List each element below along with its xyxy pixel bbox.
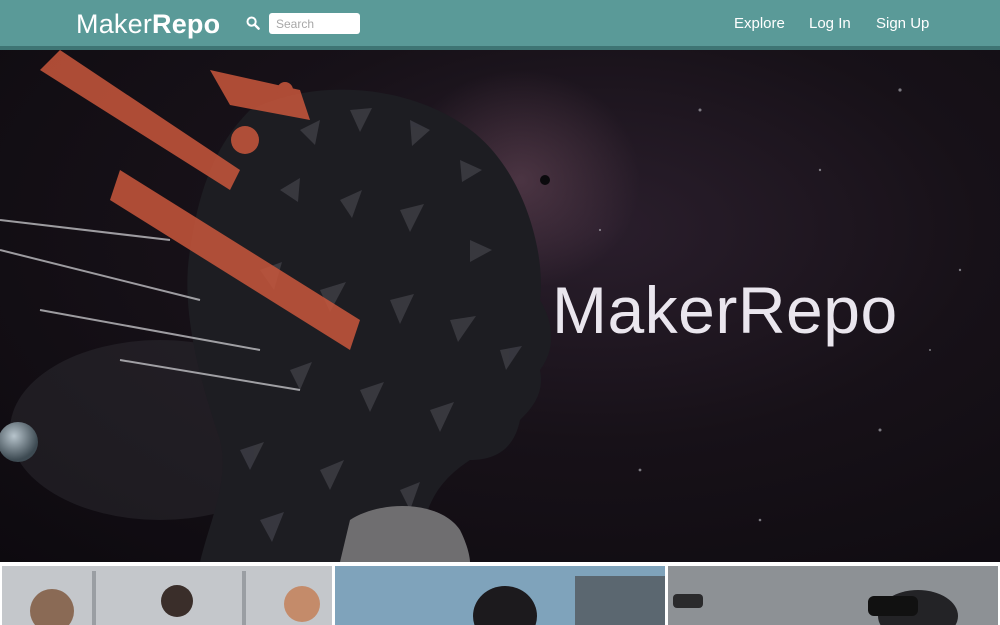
brand-regular: Maker	[76, 9, 153, 39]
nav-signup-link[interactable]: Sign Up	[876, 15, 929, 33]
search-icon[interactable]	[246, 16, 260, 30]
project-tile[interactable]	[2, 566, 332, 625]
nav-login-link[interactable]: Log In	[809, 15, 851, 33]
project-photo	[2, 566, 332, 625]
project-photo	[335, 566, 665, 625]
brand-bold: Repo	[152, 9, 221, 39]
nav-explore-link[interactable]: Explore	[734, 15, 785, 33]
hero-title: MakerRepo	[552, 273, 898, 347]
project-tile[interactable]	[668, 566, 998, 625]
search-input[interactable]	[269, 13, 360, 34]
hero-banner: MakerRepo	[0, 50, 1000, 562]
project-tile[interactable]	[335, 566, 665, 625]
brand-logo[interactable]: MakerRepo	[76, 8, 220, 40]
project-photo	[668, 566, 998, 625]
project-tiles	[0, 562, 1000, 625]
top-navbar: MakerRepo Explore Log In Sign Up	[0, 0, 1000, 50]
